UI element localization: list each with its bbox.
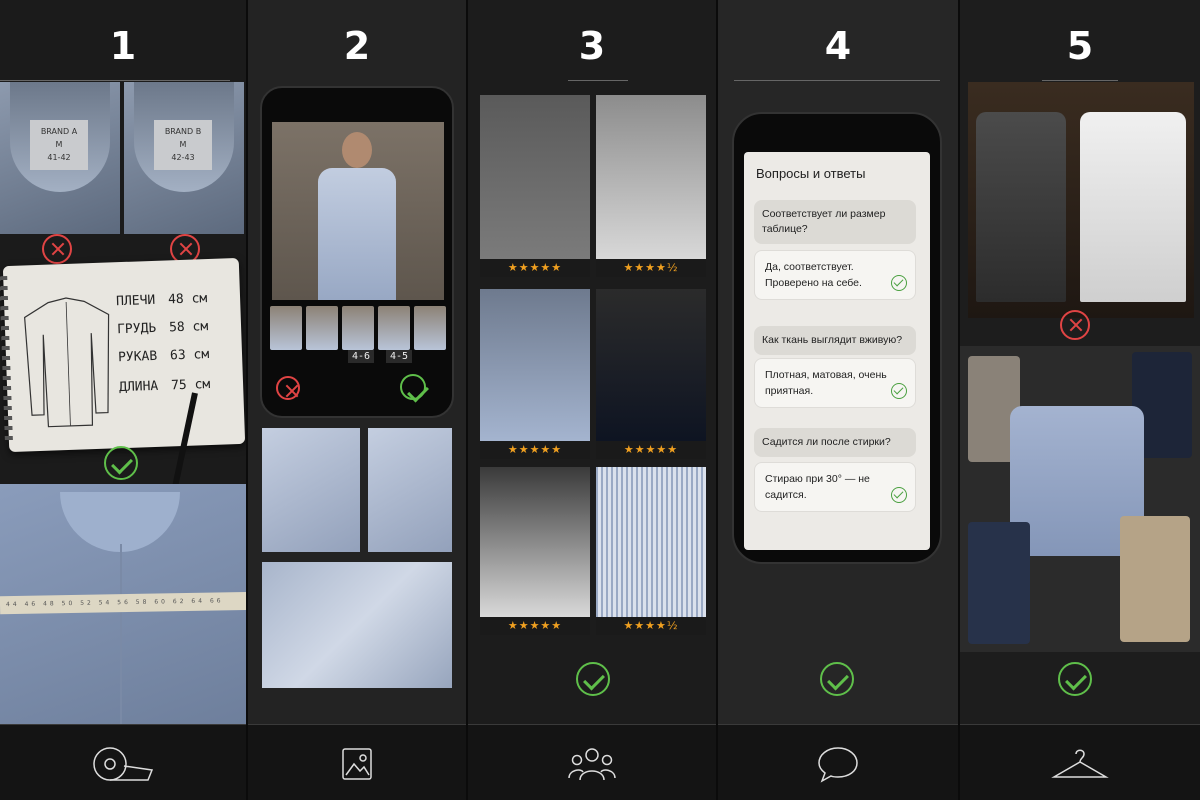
measurement-row: ПЛЕЧИ 48 см — [115, 291, 208, 310]
page: 1 BRAND A M 41-42 BRAND B M 42-43 ПЛЕЧИ … — [0, 0, 1200, 800]
qa-title: Вопросы и ответы — [756, 166, 866, 181]
question-bubble[interactable]: Садится ли после стирки? — [754, 428, 916, 457]
speech-bubble-icon — [818, 747, 858, 783]
step-number: 2 — [343, 24, 371, 68]
divider-line — [1042, 80, 1118, 81]
step-5-panel: 5 — [960, 0, 1200, 800]
review-photo-card[interactable]: ★★★★★ — [480, 467, 590, 635]
thumbnail[interactable] — [306, 306, 338, 350]
step-number: 4 — [824, 24, 852, 68]
answer-bubble: Да, соответствует. Проверено на себе. — [754, 250, 916, 300]
star-rating: ★★★★★ — [480, 259, 590, 277]
check-icon — [104, 446, 138, 480]
phone-mockup: 4-6 4-5 — [260, 86, 454, 418]
divider-line — [0, 80, 230, 81]
review-photo-card[interactable]: ★★★★★ — [596, 289, 706, 459]
size-tag-a: BRAND A M 41-42 — [30, 120, 88, 170]
cross-icon — [42, 234, 72, 264]
check-icon — [891, 487, 907, 503]
question-bubble[interactable]: Соответствует ли размер таблице? — [754, 200, 916, 244]
answer-bubble: Стираю при 30° — не садится. — [754, 462, 916, 512]
measuring-tape: 44 46 48 50 52 54 56 58 60 62 64 66 — [0, 591, 246, 615]
step-2-panel: 2 4-6 4-5 — [248, 0, 466, 800]
step-4-panel: 4 Вопросы и ответы Соответствует ли разм… — [718, 0, 958, 800]
review-photo-card[interactable]: ★★★★½ — [596, 467, 706, 635]
cuff-detail-photo — [368, 428, 452, 552]
collar-brand-b: BRAND B M 42-43 — [124, 82, 244, 234]
check-icon — [820, 662, 854, 696]
divider-line — [568, 80, 628, 81]
divider-line — [734, 80, 940, 81]
measurement-row: ГРУДЬ 58 см — [116, 319, 209, 338]
image-icon — [342, 748, 372, 780]
collar-brand-a: BRAND A M 41-42 — [0, 82, 120, 234]
step-number: 5 — [1066, 24, 1094, 68]
thumbnail[interactable] — [414, 306, 446, 350]
check-icon — [891, 275, 907, 291]
star-rating: ★★★★½ — [596, 617, 706, 635]
measurement-notepad: ПЛЕЧИ 48 см ГРУДЬ 58 см РУКАВ 63 см ДЛИНА 75… — [0, 257, 246, 453]
dark-jeans — [968, 522, 1030, 644]
shirt-sketch-icon — [24, 297, 110, 428]
fabric-detail-photo — [262, 562, 452, 688]
step-number: 3 — [578, 24, 606, 68]
measurement-row: РУКАВ 63 см — [117, 347, 210, 366]
folded-shirt-photo: 44 46 48 50 52 54 56 58 60 62 64 66 — [0, 484, 246, 724]
outfit-flatlay-photo — [960, 346, 1200, 652]
check-icon — [576, 662, 610, 696]
cross-icon — [1060, 310, 1090, 340]
review-photo-card[interactable]: ★★★★★ — [480, 95, 590, 277]
people-icon — [568, 748, 616, 781]
question-bubble[interactable]: Как ткань выглядит вживую? — [754, 326, 916, 355]
size-chip: 4-5 — [386, 350, 413, 363]
step-number: 1 — [109, 24, 137, 68]
step-3-panel: 3 ★★★★★ ★★★★½ ★★★★★ ★★★★★ ★★★★★ ★★★★½ — [468, 0, 716, 800]
size-chip: 4-6 — [348, 350, 375, 363]
measuring-tape-icon — [93, 747, 154, 781]
model-photo — [272, 122, 444, 300]
wardrobe-photo — [968, 82, 1194, 318]
check-icon — [891, 383, 907, 399]
review-photo-card[interactable]: ★★★★★ — [480, 289, 590, 459]
answer-bubble: Плотная, матовая, очень приятная. — [754, 358, 916, 408]
thumbnail[interactable] — [270, 306, 302, 350]
step-1-panel: 1 BRAND A M 41-42 BRAND B M 42-43 ПЛЕЧИ … — [0, 0, 246, 800]
hanger-icon — [1051, 749, 1109, 778]
check-icon — [400, 374, 426, 400]
cross-icon — [276, 376, 300, 400]
thumbnail-strip[interactable] — [270, 306, 446, 350]
thumbnail[interactable] — [378, 306, 410, 350]
size-tag-b: BRAND B M 42-43 — [154, 120, 212, 170]
star-rating: ★★★★★ — [480, 441, 590, 459]
qa-screen: Вопросы и ответы Соответствует ли размер… — [744, 152, 930, 550]
beige-chinos — [1120, 516, 1190, 642]
review-photo-card[interactable]: ★★★★½ — [596, 95, 706, 277]
measurement-row: ДЛИНА 75 см — [118, 377, 211, 396]
star-rating: ★★★★★ — [596, 441, 706, 459]
collar-detail-photo — [262, 428, 360, 552]
thumbnail[interactable] — [342, 306, 374, 350]
star-rating: ★★★★★ — [480, 617, 590, 635]
star-rating: ★★★★½ — [596, 259, 706, 277]
check-icon — [1058, 662, 1092, 696]
